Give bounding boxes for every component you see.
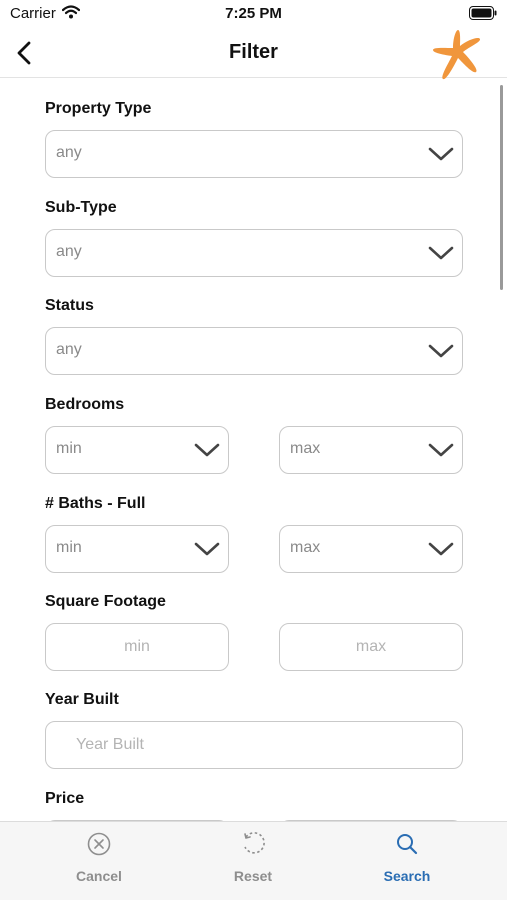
baths-full-field: # Baths - Full min max <box>45 493 463 573</box>
reset-label: Reset <box>233 868 273 884</box>
sqft-min-input[interactable] <box>46 624 228 670</box>
cancel-label: Cancel <box>76 868 122 884</box>
sub-type-select[interactable]: any <box>45 229 463 277</box>
chevron-down-icon <box>428 147 454 161</box>
filter-form[interactable]: Property Type any Sub-Type any Status an… <box>0 79 507 821</box>
status-value: any <box>56 341 82 358</box>
baths-full-label: # Baths - Full <box>45 495 146 512</box>
chevron-down-icon <box>428 542 454 556</box>
chevron-down-icon <box>194 542 220 556</box>
cancel-button[interactable]: Cancel <box>39 822 159 894</box>
status-label: Status <box>45 297 94 314</box>
bedrooms-max-select[interactable]: max <box>279 426 463 474</box>
property-type-select[interactable]: any <box>45 130 463 178</box>
sub-type-field: Sub-Type any <box>45 197 463 277</box>
bedrooms-min-select[interactable]: min <box>45 426 229 474</box>
chevron-down-icon <box>428 246 454 260</box>
sqft-max-input[interactable] <box>280 624 462 670</box>
square-footage-label: Square Footage <box>45 593 166 610</box>
nav-bar: Filter <box>0 30 507 80</box>
sqft-max-input-box <box>279 623 463 671</box>
price-label: Price <box>45 790 85 807</box>
bedrooms-max-value: max <box>290 440 321 457</box>
reset-icon <box>244 832 265 854</box>
square-footage-field: Square Footage <box>45 591 463 671</box>
chevron-down-icon <box>428 344 454 358</box>
search-button[interactable]: Search <box>347 822 467 894</box>
property-type-field: Property Type any <box>45 98 463 178</box>
chevron-down-icon <box>194 443 220 457</box>
year-built-field: Year Built <box>45 689 463 769</box>
search-label: Search <box>383 868 431 884</box>
bedrooms-label: Bedrooms <box>45 396 125 413</box>
year-built-input[interactable] <box>46 722 462 768</box>
reset-button[interactable]: Reset <box>193 822 313 894</box>
sqft-min-input-box <box>45 623 229 671</box>
search-icon <box>397 834 418 855</box>
price-field: Price <box>45 788 463 821</box>
clock: 7:25 PM <box>225 5 282 22</box>
bedrooms-field: Bedrooms min max <box>45 394 463 474</box>
x-circle-icon <box>87 832 111 856</box>
status-field: Status any <box>45 295 463 375</box>
sub-type-value: any <box>56 243 82 260</box>
starfish-logo <box>433 30 481 80</box>
scroll-indicator[interactable] <box>500 85 503 290</box>
property-type-value: any <box>56 144 82 161</box>
baths-max-value: max <box>290 539 321 556</box>
sub-type-label: Sub-Type <box>45 199 117 216</box>
baths-min-select[interactable]: min <box>45 525 229 573</box>
year-built-label: Year Built <box>45 691 119 708</box>
battery-icon <box>469 6 497 20</box>
bottom-action-bar: Cancel Reset Search <box>0 821 507 900</box>
baths-max-select[interactable]: max <box>279 525 463 573</box>
bedrooms-min-value: min <box>56 440 82 457</box>
year-built-input-box <box>45 721 463 769</box>
status-select[interactable]: any <box>45 327 463 375</box>
property-type-label: Property Type <box>45 100 152 117</box>
baths-min-value: min <box>56 539 82 556</box>
chevron-down-icon <box>428 443 454 457</box>
